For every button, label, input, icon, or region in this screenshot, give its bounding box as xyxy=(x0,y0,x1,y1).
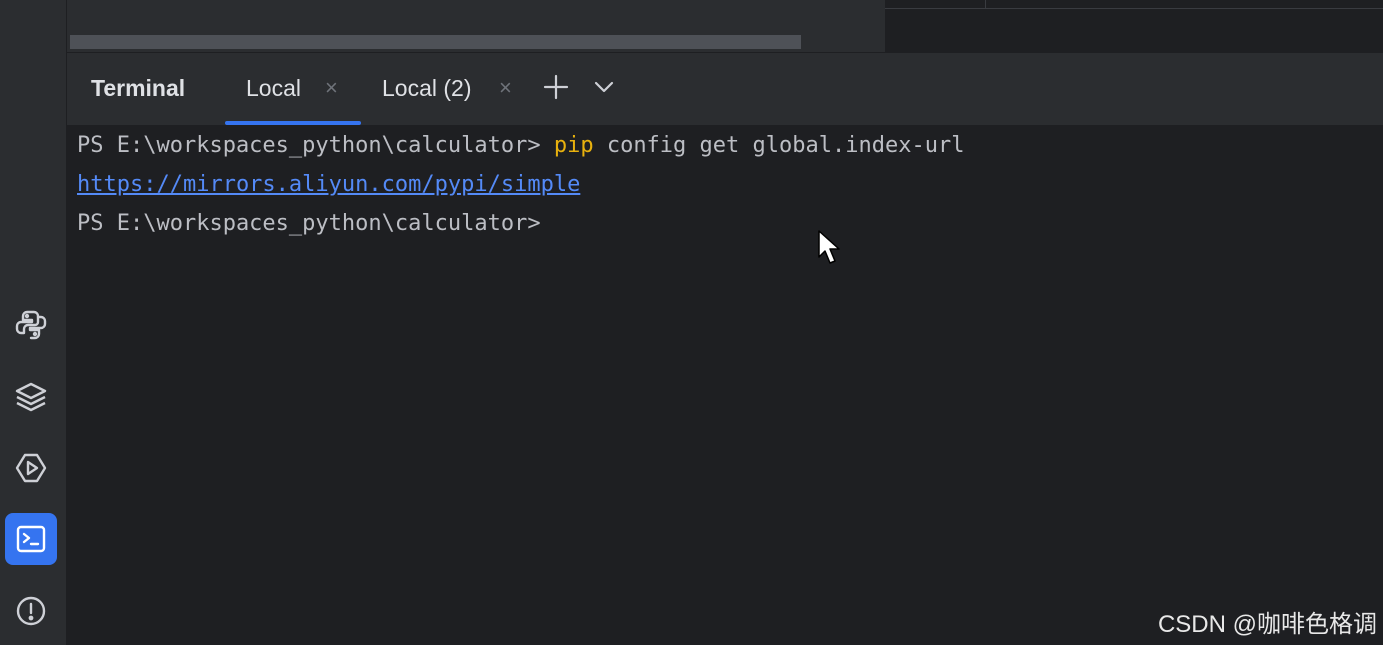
tab-options-button[interactable] xyxy=(590,75,618,103)
horizontal-scrollbar-thumb[interactable] xyxy=(70,35,801,49)
problems-button[interactable] xyxy=(5,585,57,637)
run-services-icon xyxy=(14,451,48,485)
problems-icon xyxy=(14,594,48,628)
tab-label: Local (2) xyxy=(382,75,472,101)
prompt: PS E:\workspaces_python\calculator> xyxy=(77,133,554,158)
tab-label: Local xyxy=(246,75,301,101)
mouse-pointer-icon xyxy=(818,230,842,270)
terminal-line: https://mirrors.aliyun.com/pypi/simple xyxy=(77,172,580,197)
layers-icon xyxy=(14,380,48,414)
tool-window-strip xyxy=(0,0,67,645)
terminal-header: Terminal Local × Local (2) × xyxy=(67,53,1383,125)
prompt: PS E:\workspaces_python\calculator> xyxy=(77,211,541,236)
command: pip xyxy=(553,133,594,158)
divider xyxy=(985,0,986,8)
new-tab-button[interactable] xyxy=(542,74,570,104)
tab-local-2[interactable]: Local (2) × xyxy=(367,53,527,125)
ide-window: Terminal Local × Local (2) × PS E:\works… xyxy=(0,0,1383,645)
editor-area xyxy=(67,0,885,52)
python-packages-button[interactable] xyxy=(5,371,57,423)
chevron-down-icon xyxy=(593,76,615,102)
command-args: config get global.index-url xyxy=(593,133,965,158)
terminal-icon xyxy=(14,522,48,556)
terminal-line: PS E:\workspaces_python\calculator> pip … xyxy=(77,133,964,158)
tab-local[interactable]: Local × xyxy=(225,53,361,125)
editor-split-area xyxy=(885,0,1383,52)
terminal-button[interactable] xyxy=(5,513,57,565)
url-link[interactable]: https://mirrors.aliyun.com/pypi/simple xyxy=(77,172,580,197)
close-icon[interactable]: × xyxy=(499,75,512,101)
close-icon[interactable]: × xyxy=(325,75,338,101)
watermark: CSDN @咖啡色格调 xyxy=(1157,611,1377,638)
tool-window-title: Terminal xyxy=(91,75,186,101)
terminal-output[interactable]: PS E:\workspaces_python\calculator> pip … xyxy=(67,125,1383,645)
python-console-button[interactable] xyxy=(5,299,57,351)
terminal-line: PS E:\workspaces_python\calculator> xyxy=(77,211,541,236)
divider xyxy=(885,8,1383,9)
python-icon xyxy=(14,308,48,342)
services-button[interactable] xyxy=(5,442,57,494)
plus-icon xyxy=(543,74,569,104)
